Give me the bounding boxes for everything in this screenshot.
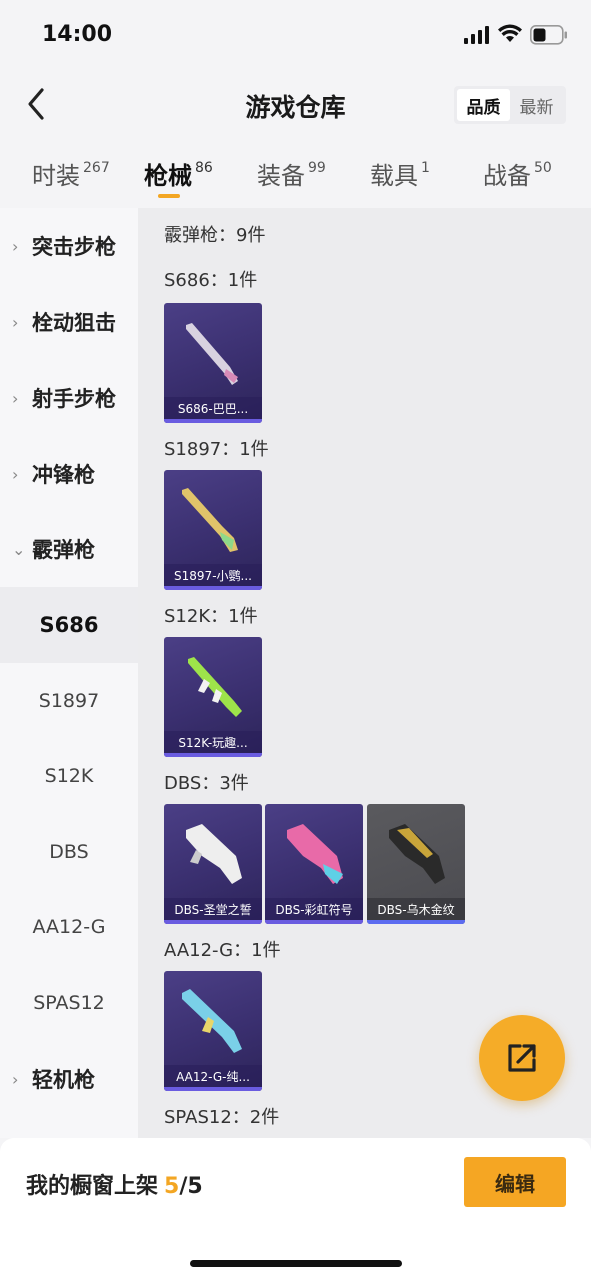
item-name: S1897-小鹦... [164,564,262,586]
sidebar-item-bolt-sniper[interactable]: › 栓动狙击 [0,284,138,360]
status-bar: 14:00 [0,0,591,70]
item-card[interactable]: S686-巴巴... [164,303,262,423]
sidebar-item-shotgun[interactable]: ⌄ 霰弹枪 [0,511,138,587]
group-title: S12K：1件 [164,606,258,627]
item-card[interactable]: S1897-小鹦... [164,470,262,590]
tab-count: 1 [421,160,430,176]
sidebar-item-assault-rifle[interactable]: › 突击步枪 [0,208,138,284]
quality-bar [164,753,262,757]
tab-equipment[interactable]: 装备 99 [257,156,326,191]
tab-label: 枪械 [144,162,192,190]
chevron-right-icon: › [12,1069,19,1089]
active-tab-indicator [158,194,180,198]
shotgun-icon [188,657,242,717]
tab-fashion[interactable]: 时装 267 [32,156,110,191]
item-name: DBS-圣堂之誓 [164,898,262,920]
sidebar-subitem-s12k[interactable]: S12K [0,738,138,814]
sidebar-item-smg[interactable]: › 冲锋枪 [0,436,138,512]
shotgun-icon [186,323,238,385]
showcase-label: 我的橱窗上架 [26,1174,159,1199]
chevron-down-icon: ⌄ [12,539,26,559]
item-card[interactable]: AA12-G-纯... [164,971,262,1091]
tab-count: 99 [308,160,326,176]
status-time: 14:00 [42,22,113,47]
shotgun-icon [182,989,242,1053]
chevron-right-icon: › [12,236,19,256]
item-list: 霰弹枪：9件 S686：1件 S686-巴巴... S1897：1件 S1897… [138,208,591,1138]
tab-label: 载具 [370,162,418,190]
sidebar-item-lmg[interactable]: › 轻机枪 [0,1041,138,1117]
chevron-right-icon: › [12,312,19,332]
item-name: S12K-玩趣... [164,731,262,753]
sidebar-item-label: 射手步枪 [32,387,116,411]
shotgun-icon [182,488,238,552]
item-name: DBS-乌木金纹 [367,898,465,920]
item-card[interactable]: DBS-彩虹符号 [265,804,363,924]
showcase-total-count: /5 [179,1174,203,1199]
item-card[interactable]: DBS-乌木金纹 [367,804,465,924]
sidebar-subitem-s1897[interactable]: S1897 [0,663,138,739]
group-title: S1897：1件 [164,439,269,460]
sidebar-item-label: 轻机枪 [32,1068,95,1092]
sidebar-item-label: 霰弹枪 [32,538,95,562]
item-name: AA12-G-纯... [164,1065,262,1087]
sidebar: › 突击步枪 › 栓动狙击 › 射手步枪 › 冲锋枪 ⌄ 霰弹枪 S686 S1897 S… [0,208,138,1138]
group-title: S686：1件 [164,270,258,291]
tab-label: 时装 [32,162,80,190]
tab-label: 战备 [483,162,531,190]
group-title: DBS：3件 [164,773,249,794]
chevron-right-icon: › [12,464,19,484]
battery-icon [530,25,567,45]
edit-button[interactable]: 编辑 [464,1157,566,1207]
section-title: 霰弹枪：9件 [164,225,266,246]
sidebar-item-label: 突击步枪 [32,235,116,259]
quality-bar [164,586,262,590]
cellular-signal-icon [464,26,489,44]
quality-bar [265,920,363,924]
shotgun-icon [287,824,343,884]
tab-label: 装备 [257,162,305,190]
sort-quality-button[interactable]: 品质 [457,89,510,121]
item-name: DBS-彩虹符号 [265,898,363,920]
sidebar-subitem-dbs[interactable]: DBS [0,814,138,890]
showcase-status: 我的橱窗上架 5/5 [26,1168,203,1200]
header: 游戏仓库 品质 最新 [0,72,591,138]
external-link-icon [508,1044,536,1072]
sort-toggle: 品质 最新 [454,86,566,124]
category-tabs: 时装 267 枪械 86 装备 99 载具 1 战备 50 [0,148,591,206]
tab-vehicles[interactable]: 载具 1 [370,156,430,191]
tab-firearms[interactable]: 枪械 86 [144,156,213,191]
quality-bar [164,1087,262,1091]
wifi-icon [498,24,522,42]
tab-count: 50 [534,160,552,176]
home-indicator[interactable] [190,1260,402,1267]
quality-bar [367,920,465,924]
quality-bar [164,419,262,423]
sidebar-item-marksman-rifle[interactable]: › 射手步枪 [0,360,138,436]
quality-bar [164,920,262,924]
group-title: AA12-G：1件 [164,940,281,961]
chevron-right-icon: › [12,388,19,408]
showcase-current-count: 5 [164,1174,180,1199]
group-title: SPAS12：2件 [164,1107,280,1128]
tab-count: 267 [83,160,110,176]
sidebar-subitem-spas12[interactable]: SPAS12 [0,965,138,1041]
tab-supplies[interactable]: 战备 50 [483,156,552,191]
tab-count: 86 [195,160,213,176]
shotgun-icon [389,824,445,884]
item-card[interactable]: DBS-圣堂之誓 [164,804,262,924]
showcase-bar: 我的橱窗上架 5/5 编辑 [0,1138,591,1280]
sidebar-subitem-aa12g[interactable]: AA12-G [0,889,138,965]
sort-latest-button[interactable]: 最新 [510,89,563,121]
item-name: S686-巴巴... [164,397,262,419]
share-button[interactable] [479,1015,565,1101]
shotgun-icon [186,824,242,884]
item-card[interactable]: S12K-玩趣... [164,637,262,757]
sidebar-item-label: 冲锋枪 [32,463,95,487]
sidebar-item-label: 栓动狙击 [32,311,116,335]
sidebar-subitem-s686[interactable]: S686 [0,587,138,663]
